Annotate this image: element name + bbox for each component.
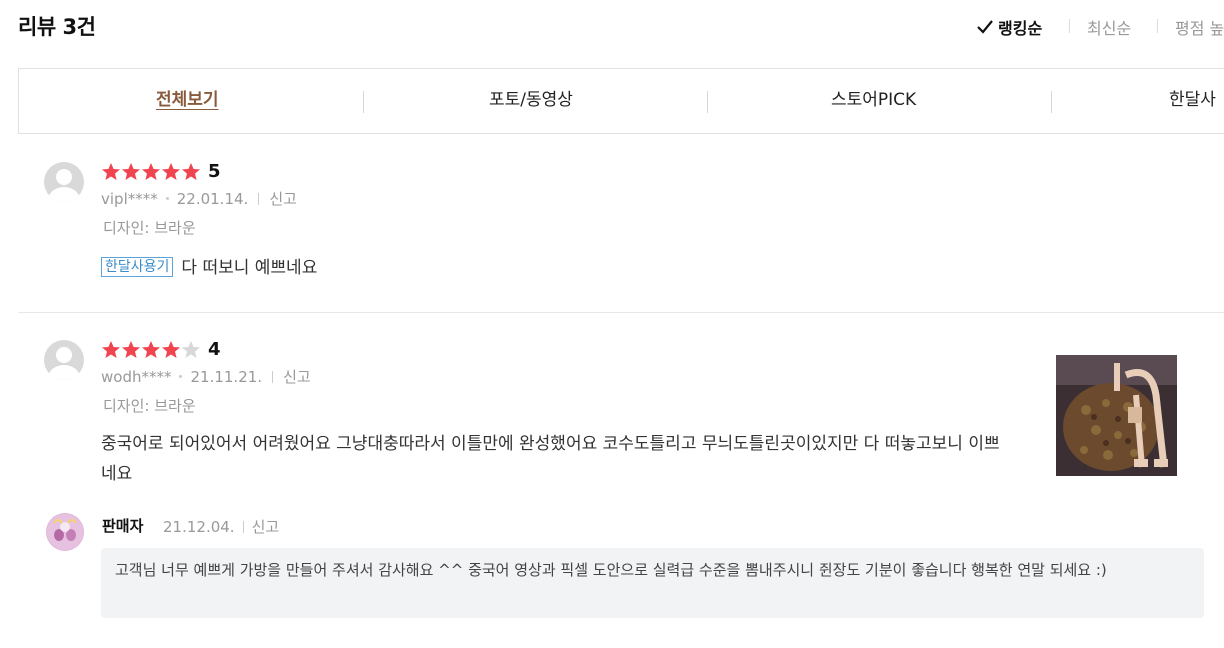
rating-score: 5: [208, 161, 221, 182]
tab-one-month[interactable]: 한달사: [1169, 69, 1216, 133]
tab-store-pick[interactable]: 스토어PICK: [831, 69, 916, 133]
star-empty-icon: [182, 340, 200, 358]
tab-divider: [1051, 91, 1052, 113]
tab-divider: [363, 91, 364, 113]
rating-score: 4: [208, 339, 221, 360]
seller-name: 판매자: [102, 517, 144, 535]
sort-rating-button[interactable]: 평점 높: [1175, 15, 1224, 39]
reviewer-id: vipl****: [101, 189, 158, 208]
report-link[interactable]: 신고: [283, 366, 311, 387]
sort-divider: [1069, 19, 1070, 33]
review-text: 중국어로 되어있어서 어려웠어요 그냥대충따라서 이틀만에 완성했어요 코수도틀…: [101, 434, 1000, 484]
sort-latest-button[interactable]: 최신순: [1087, 15, 1131, 39]
sort-divider: [1157, 19, 1158, 33]
star-icon: [102, 340, 120, 358]
star-icon: [162, 340, 180, 358]
seller-reply-text: 고객님 너무 예쁘게 가방을 만들어 주셔서 감사해요 ^^ 중국어 영상과 픽…: [115, 561, 1107, 579]
star-icon: [162, 162, 180, 180]
review-divider: [18, 312, 1224, 313]
star-icon: [142, 162, 160, 180]
reviewer-id: wodh****: [101, 367, 172, 386]
one-month-badge: 한달사용기: [101, 257, 174, 277]
seller-reply-date: 21.12.04.: [163, 517, 235, 536]
star-rating: 5: [101, 161, 221, 182]
review-date: 22.01.14.: [176, 189, 249, 208]
review-header: 리뷰 3건 랭킹순 최신순 평점 높: [0, 0, 1224, 56]
avatar: [44, 162, 84, 202]
review-date: 21.11.21.: [190, 367, 263, 386]
star-icon: [122, 340, 140, 358]
report-link[interactable]: 신고: [252, 516, 280, 537]
sort-ranking-button[interactable]: 랭킹순: [975, 15, 1042, 39]
star-icon: [182, 162, 200, 180]
star-icon: [142, 340, 160, 358]
tab-photo-video[interactable]: 포토/동영상: [489, 69, 573, 133]
star-icon: [122, 162, 140, 180]
sort-ranking-label: 랭킹순: [998, 19, 1043, 38]
product-option: 디자인: 브라운: [103, 219, 196, 237]
review-filter-tabs: 전체보기 포토/동영상 스토어PICK 한달사: [18, 68, 1224, 134]
product-option: 디자인: 브라운: [103, 397, 196, 415]
tab-divider: [707, 91, 708, 113]
check-icon: [977, 20, 993, 34]
review-text: 다 떠보니 예쁘네요: [181, 258, 318, 278]
seller-reply-box: 고객님 너무 예쁘게 가방을 만들어 주셔서 감사해요 ^^ 중국어 영상과 픽…: [101, 548, 1204, 618]
report-link[interactable]: 신고: [269, 188, 297, 209]
review-count-title: 리뷰 3건: [18, 15, 96, 39]
avatar: [44, 340, 84, 380]
sort-latest-label: 최신순: [1087, 19, 1132, 38]
sort-rating-label: 평점 높: [1175, 19, 1224, 38]
star-rating: 4: [101, 339, 221, 360]
seller-avatar: [46, 513, 84, 551]
seller-reply-meta: 21.12.04. 신고: [163, 516, 279, 537]
review-photo-thumbnail[interactable]: [1056, 355, 1177, 476]
knitted-bag-photo: [1056, 355, 1177, 476]
review-text-block: 한달사용기 다 떠보니 예쁘네요: [101, 253, 317, 283]
star-icon: [102, 162, 120, 180]
tab-all[interactable]: 전체보기: [156, 69, 219, 133]
review-meta: wodh**** 21.11.21. 신고: [101, 366, 311, 387]
review-meta: vipl**** 22.01.14. 신고: [101, 188, 297, 209]
